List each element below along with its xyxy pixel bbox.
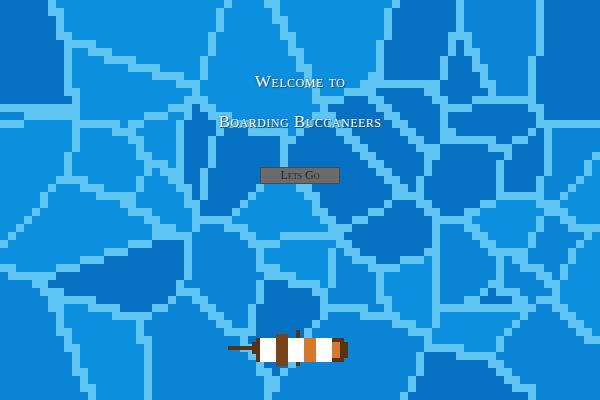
player-ship bbox=[228, 330, 352, 370]
title: Welcome to Boarding Buccaneers bbox=[218, 72, 381, 133]
title-line: Welcome to bbox=[255, 72, 345, 92]
ship-icon bbox=[228, 330, 352, 370]
start-menu: Welcome to Boarding Buccaneers Lets Go bbox=[0, 0, 600, 400]
start-button[interactable]: Lets Go bbox=[260, 167, 340, 184]
game-screen: Welcome to Boarding Buccaneers Lets Go bbox=[0, 0, 600, 400]
title-line: Boarding Buccaneers bbox=[218, 112, 381, 132]
